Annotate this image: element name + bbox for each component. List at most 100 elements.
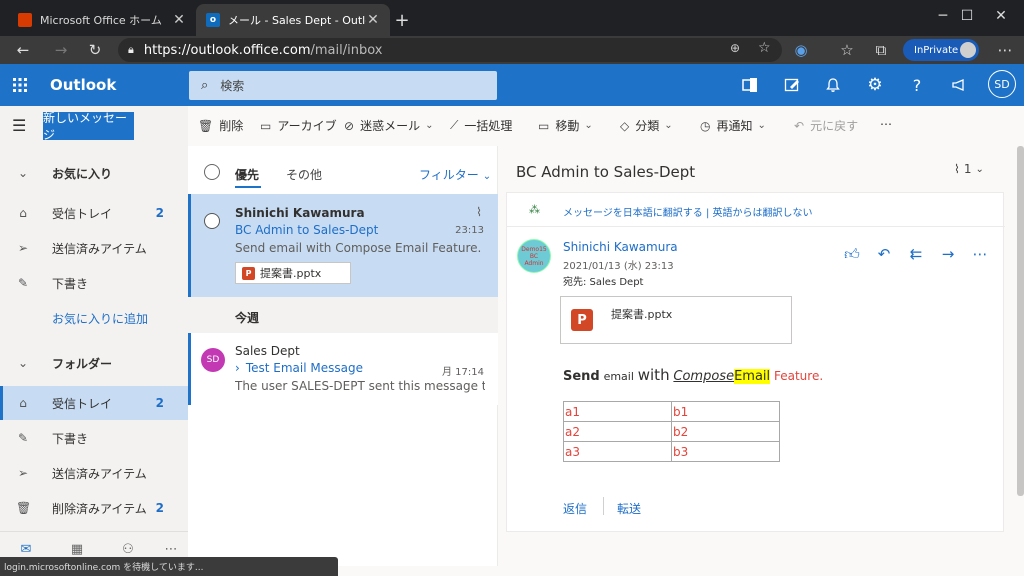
reply-icon[interactable]: ↶ <box>875 245 893 263</box>
address-bar[interactable]: 🔒︎ https://outlook.office.com/mail/inbox… <box>118 38 782 62</box>
archive-icon: ▭ <box>260 118 272 133</box>
recipient-line: 宛先: Sales Dept <box>563 277 644 288</box>
delete-button[interactable]: 🗑︎ 削除 <box>198 117 243 134</box>
sidebar-item-deleted[interactable]: 🗑︎ 削除済みアイテム 2 <box>0 491 188 525</box>
zoom-icon[interactable]: ⊕ <box>730 41 740 55</box>
sidebar-item-favorites-drafts[interactable]: ✎ 下書き <box>0 266 188 300</box>
forward-button[interactable]: 転送 <box>617 500 641 517</box>
scrollbar[interactable] <box>1017 146 1024 496</box>
sidebar-item-favorites-inbox[interactable]: ⌂ 受信トレイ 2 <box>0 196 188 230</box>
sender-name[interactable]: Shinichi Kawamura <box>563 240 678 254</box>
mail-icon[interactable]: ✉ <box>17 542 35 557</box>
list-item[interactable]: Shinichi Kawamura ⌇ BC Admin to Sales-De… <box>188 194 498 297</box>
more-commands-button[interactable]: ⋯ <box>880 117 892 131</box>
more-apps-icon[interactable]: ⋯ <box>162 542 180 557</box>
message-preview: The user SALES-DEPT sent this message to… <box>235 379 485 393</box>
chevron-down-icon[interactable]: ⌄ <box>758 120 766 131</box>
reply-button[interactable]: 返信 <box>563 500 587 517</box>
attachment-chip[interactable]: P 提案書.pptx <box>235 262 351 284</box>
forward-arrow-icon[interactable]: → <box>50 40 72 60</box>
sent-date: 2021/01/13 (水) 23:13 <box>563 261 674 272</box>
chevron-down-icon[interactable]: ⌄ <box>425 120 433 131</box>
chevron-down-icon[interactable]: ⌄ <box>584 120 592 131</box>
new-tab-icon[interactable]: + <box>392 10 412 31</box>
paperclip-icon: ⌇ <box>954 162 960 176</box>
folders-header[interactable]: ⌄ フォルダー <box>0 346 188 380</box>
app-launcher-icon[interactable] <box>12 77 28 93</box>
table-cell: b3 <box>671 441 780 462</box>
move-button[interactable]: ▭ 移動 ⌄ <box>538 117 593 134</box>
message-time: 月 17:14 <box>442 367 484 378</box>
app-brand[interactable]: Outlook <box>50 76 116 94</box>
snooze-button[interactable]: ◷ 再通知 ⌄ <box>700 117 766 134</box>
add-favorite-link[interactable]: お気に入りに追加 <box>0 301 188 335</box>
junk-button[interactable]: ⊘ 迷惑メール ⌄ <box>344 117 433 134</box>
command-bar: 🗑︎ 削除 ▭ アーカイブ ⊘ 迷惑メール ⌄ ⟋ 一括処理 ▭ 移動 ⌄ ◇ 分類 ⌄ ◷ 再通知… <box>188 106 1024 146</box>
block-icon: ⊘ <box>344 118 355 133</box>
inbox-icon: ⌂ <box>19 396 27 410</box>
powerpoint-icon: P <box>571 309 593 331</box>
select-all-checkbox[interactable] <box>204 164 220 180</box>
sidebar-item-favorites-sent[interactable]: ➢ 送信済みアイテム <box>0 231 188 265</box>
filter-button[interactable]: フィルター ⌄ <box>419 166 491 183</box>
tab-focused[interactable]: 優先 <box>235 166 259 183</box>
refresh-icon[interactable]: ↻ <box>84 40 106 60</box>
send-icon: ➢ <box>17 241 29 255</box>
search-input[interactable]: ⌕ 検索 <box>189 71 497 100</box>
trash-icon: 🗑︎ <box>198 118 214 133</box>
message-sender: Shinichi Kawamura <box>235 206 365 220</box>
sidebar-item-inbox[interactable]: ⌂ 受信トレイ 2 <box>0 386 188 420</box>
megaphone-icon[interactable] <box>947 74 971 96</box>
avatar: SD <box>201 348 225 372</box>
select-checkbox[interactable] <box>204 213 220 229</box>
my-day-icon[interactable] <box>780 74 804 96</box>
close-icon[interactable]: ✕ <box>172 12 186 28</box>
people-icon[interactable]: ⚇ <box>119 542 137 557</box>
reply-all-icon[interactable]: ⇇ <box>907 245 925 263</box>
back-arrow-icon[interactable]: ← <box>12 40 34 60</box>
sidebar-item-drafts[interactable]: ✎ 下書き <box>0 421 188 455</box>
extension-icon[interactable]: ◉ <box>790 40 812 60</box>
table-cell: a2 <box>563 421 672 442</box>
window-close-icon[interactable]: ✕ <box>978 0 1024 32</box>
bell-icon[interactable] <box>821 74 845 96</box>
archive-button[interactable]: ▭ アーカイブ <box>260 117 337 134</box>
sidebar-item-sent[interactable]: ➢ 送信済みアイテム <box>0 456 188 490</box>
forward-icon[interactable]: → <box>939 245 957 263</box>
browser-tab-office-home[interactable]: Microsoft Office ホーム ✕ <box>8 4 196 36</box>
message-title: BC Admin to Sales-Dept <box>516 163 696 181</box>
close-icon[interactable]: ✕ <box>366 12 380 28</box>
favorites-header[interactable]: ⌄ お気に入り <box>0 156 188 190</box>
table-cell: b1 <box>671 401 780 422</box>
hamburger-menu-icon[interactable]: ☰ <box>12 116 26 135</box>
favorites-icon[interactable]: ☆ <box>836 40 858 60</box>
undo-button[interactable]: ↶ 元に戻す <box>794 117 858 134</box>
help-icon[interactable]: ? <box>905 74 929 96</box>
table-row: a2 b2 <box>563 421 780 442</box>
browser-tab-outlook[interactable]: o メール - Sales Dept - Outlook ✕ <box>196 4 390 36</box>
attachment-count-button[interactable]: ⌇ 1 ⌄ <box>954 162 984 176</box>
more-menu-icon[interactable]: ⋯ <box>994 40 1016 60</box>
office-app-icon[interactable] <box>738 74 762 96</box>
message-subject: › Test Email Message <box>235 361 363 375</box>
gear-icon[interactable]: ⚙ <box>863 74 887 96</box>
favorite-star-icon[interactable]: ☆ <box>758 40 771 56</box>
inprivate-badge[interactable]: InPrivate <box>903 39 979 61</box>
collections-icon[interactable]: ⧉ <box>870 40 892 60</box>
more-actions-icon[interactable]: ⋯ <box>971 245 989 263</box>
chevron-down-icon: ⌄ <box>17 356 29 370</box>
translate-link[interactable]: メッセージを日本語に翻訳する | 英語からは翻訳しない <box>563 204 813 219</box>
translate-bar: ⁂ メッセージを日本語に翻訳する | 英語からは翻訳しない <box>507 193 1005 227</box>
sweep-button[interactable]: ⟋ 一括処理 <box>450 117 512 134</box>
chevron-down-icon[interactable]: ⌄ <box>664 120 672 131</box>
list-item[interactable]: SD Sales Dept › Test Email Message 月 17:1… <box>188 333 498 405</box>
like-icon[interactable]: 👍︎ <box>843 245 861 264</box>
tab-other[interactable]: その他 <box>286 166 322 183</box>
attachment-card[interactable]: P 提案書.pptx <box>560 296 792 344</box>
calendar-icon[interactable]: ▦ <box>68 542 86 557</box>
new-message-button[interactable]: 新しいメッセージ <box>43 111 134 142</box>
message-body-table: a1 b1 a2 b2 a3 b3 <box>563 401 780 462</box>
tab-title: メール - Sales Dept - Outlook <box>228 14 366 27</box>
account-avatar[interactable]: SD <box>988 70 1016 98</box>
categorize-button[interactable]: ◇ 分類 ⌄ <box>620 117 673 134</box>
